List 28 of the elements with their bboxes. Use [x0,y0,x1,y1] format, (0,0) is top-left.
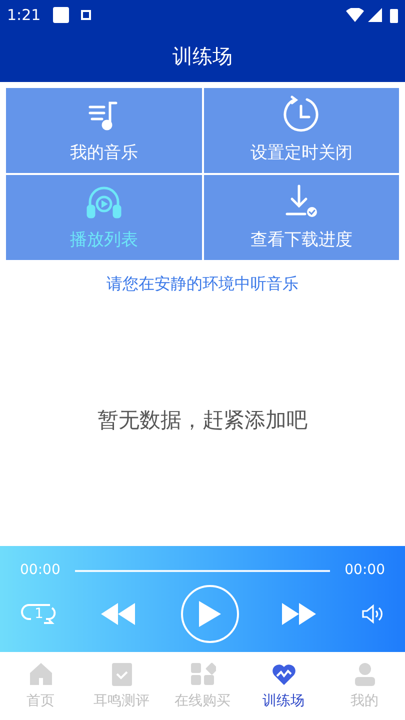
nav-tab[interactable]: 耳鸣测评 [81,652,162,720]
home-icon [28,660,54,686]
wifi-icon [346,8,364,22]
apps-icon [190,660,216,686]
menu-tile[interactable]: 查看下载进度 [204,175,399,260]
menu-tile[interactable]: 设置定时关闭 [204,88,399,173]
empty-message: 暂无数据，赶紧添加吧 [98,407,308,434]
nav-tab[interactable]: 在线购买 [162,652,243,720]
menu-tile[interactable]: 我的音乐 [6,88,202,173]
fast-forward-icon[interactable] [282,603,318,625]
play-icon [198,601,220,627]
nav-tab[interactable]: 我的 [324,652,405,720]
battery-icon [390,8,398,22]
page-title: 训练场 [172,43,232,70]
notification-icon [52,7,69,23]
volume-icon[interactable] [361,604,385,624]
rewind-icon[interactable] [101,603,138,625]
duration-time: 00:00 [344,561,385,580]
signal-icon [368,8,382,22]
nav-tab[interactable]: 训练场 [243,652,324,720]
menu-tile[interactable]: 播放列表 [6,175,202,260]
repeat-one-button[interactable]: 1 [20,599,58,629]
nav-tab[interactable]: 首页 [0,652,81,720]
keyboard-icon [80,10,91,20]
elapsed-time: 00:00 [20,561,60,580]
hint-text: 请您在安静的环境中听音乐 [106,273,300,295]
status-time: 1:21 [7,4,41,26]
play-button[interactable] [180,585,238,643]
